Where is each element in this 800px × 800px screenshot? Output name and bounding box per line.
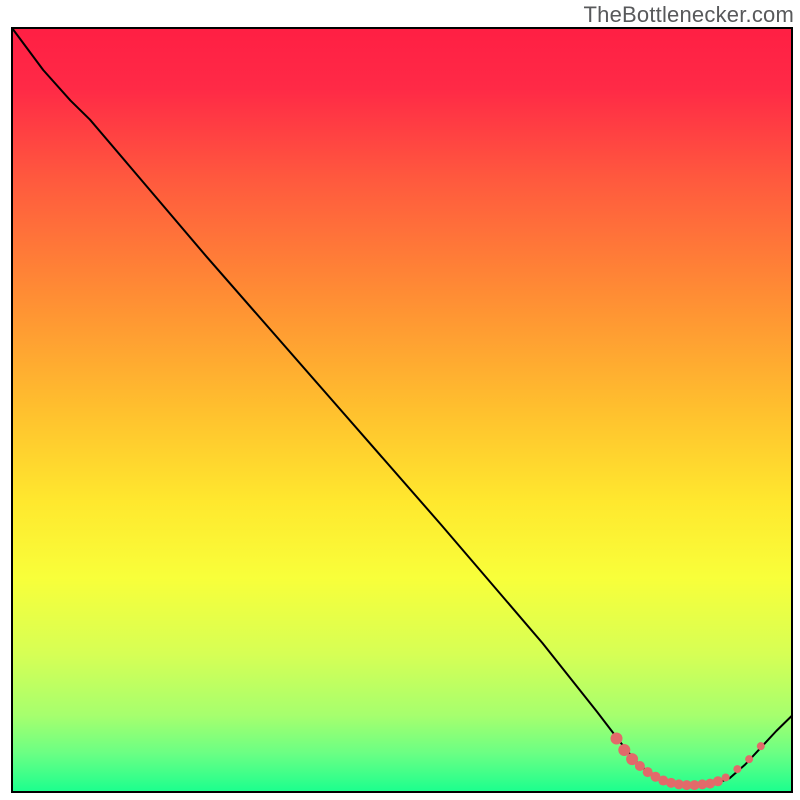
data-marker (611, 733, 623, 745)
data-marker (722, 773, 730, 781)
chart-container: TheBottlenecker.com (0, 0, 800, 800)
chart-background (12, 28, 792, 792)
bottleneck-chart (0, 0, 800, 800)
data-marker (635, 761, 645, 771)
watermark-text: TheBottlenecker.com (584, 2, 794, 28)
data-marker (745, 755, 753, 763)
data-marker (713, 776, 723, 786)
data-marker (618, 744, 630, 756)
data-marker (757, 742, 765, 750)
data-marker (733, 765, 741, 773)
